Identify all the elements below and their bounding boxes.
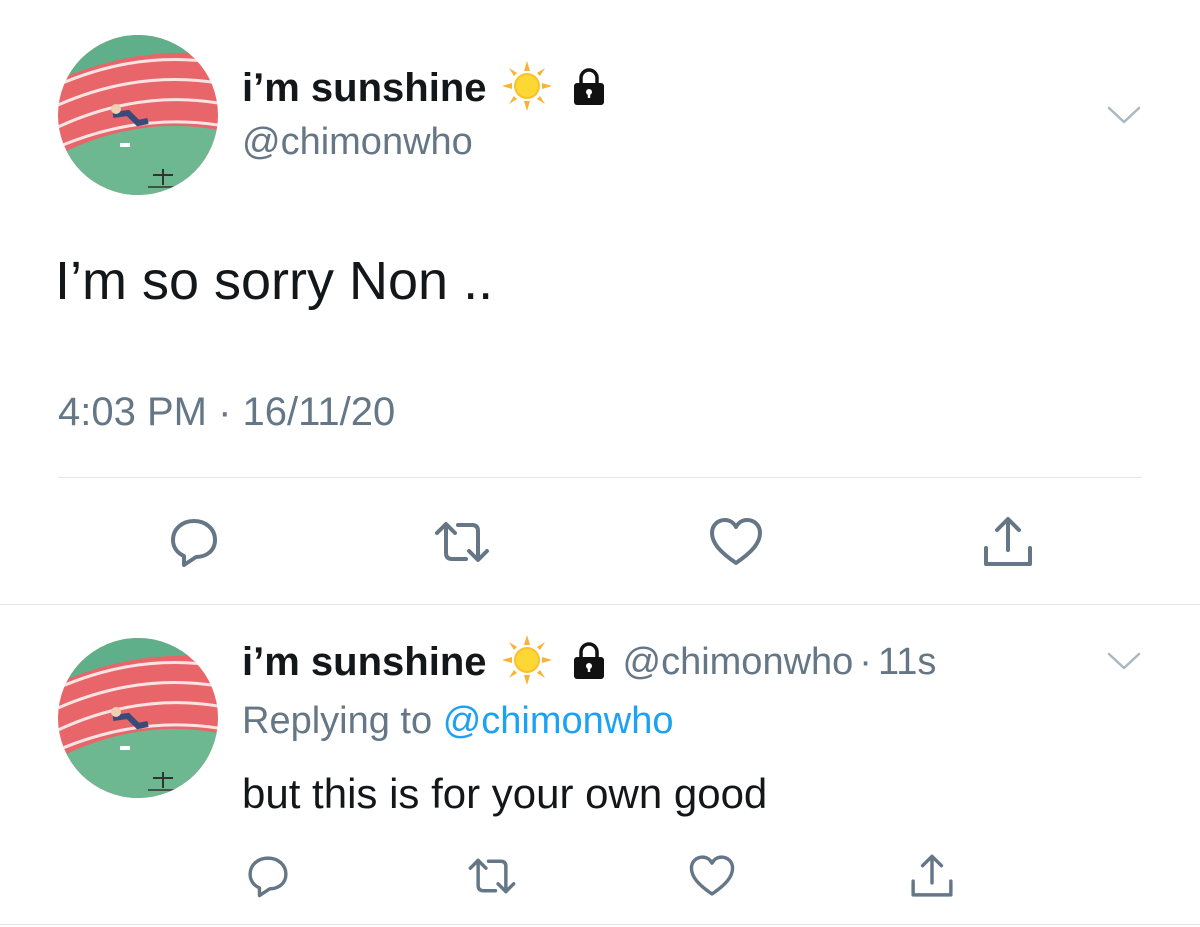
retweet-icon: [435, 522, 489, 562]
share-button[interactable]: [904, 848, 960, 904]
handle[interactable]: @chimonwho: [242, 121, 473, 164]
divider: [0, 924, 1200, 925]
tweet-text: I’m so sorry Non ..: [55, 251, 494, 311]
timestamp[interactable]: 4:03 PM · 16/11/20: [58, 390, 395, 435]
share-icon: [984, 517, 1032, 566]
sun-emoji-icon: [501, 634, 553, 691]
like-icon: [689, 855, 735, 896]
tweet-text: but this is for your own good: [242, 770, 768, 817]
avatar[interactable]: [58, 638, 218, 798]
retweet-button[interactable]: [430, 510, 494, 574]
display-name[interactable]: i’m sunshine: [242, 640, 487, 685]
lock-icon: [569, 640, 609, 685]
divider: [0, 604, 1200, 605]
like-button[interactable]: [684, 848, 740, 904]
time-ago[interactable]: 11s: [878, 641, 936, 684]
retweet-button[interactable]: [464, 848, 520, 904]
replying-to-line: Replying to @chimonwho: [242, 700, 673, 743]
chevron-down-icon[interactable]: [1104, 646, 1144, 676]
lock-icon: [569, 66, 609, 111]
replying-prefix: Replying to: [242, 700, 433, 742]
handle[interactable]: @chimonwho: [623, 641, 854, 684]
like-button[interactable]: [704, 510, 768, 574]
retweet-icon: [468, 858, 516, 894]
share-button[interactable]: [976, 510, 1040, 574]
divider: [58, 477, 1142, 478]
reply-icon: [171, 519, 217, 567]
reply-button[interactable]: [162, 510, 226, 574]
display-name[interactable]: i’m sunshine: [242, 66, 487, 111]
like-icon: [710, 518, 762, 565]
author-line: i’m sunshine: [242, 60, 609, 117]
sun-emoji-icon: [501, 60, 553, 117]
reply-button[interactable]: [240, 848, 296, 904]
chevron-down-icon[interactable]: [1104, 100, 1144, 130]
author-line: i’m sunshine @chimonwho · 11s: [242, 634, 936, 691]
separator: ·: [859, 640, 872, 683]
avatar[interactable]: [58, 35, 218, 195]
replying-to-link[interactable]: @chimonwho: [443, 700, 674, 742]
reply-icon: [248, 856, 288, 898]
share-icon: [911, 854, 953, 897]
